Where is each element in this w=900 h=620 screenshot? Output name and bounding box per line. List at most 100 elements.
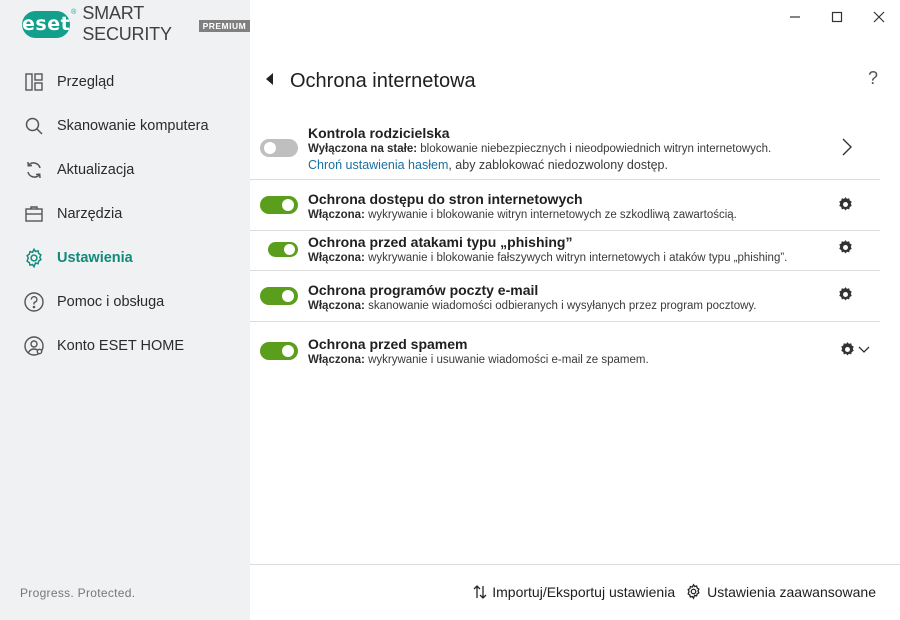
product-name: SMART SECURITY [82,3,172,44]
sidebar-item-label: Przegląd [57,74,115,90]
import-export-button[interactable]: Importuj/Eksportuj ustawienia [473,584,675,600]
password-hint-text: , aby zablokować niedozwolony dostęp. [448,158,668,172]
module-status: Włączona: [308,252,365,264]
antispam-settings-button[interactable] [839,341,870,358]
sidebar-item-skanowanie[interactable]: Skanowanie komputera [0,104,250,148]
edition-badge: PREMIUM [198,19,251,32]
gear-icon [685,583,702,600]
eset-logo-badge: eset [22,10,71,38]
sidebar-item-label: Aktualizacja [57,162,135,178]
back-arrow-icon [266,73,273,85]
module-title: Ochrona dostępu do stron internetowych [308,191,583,207]
toggle-knob [284,244,295,255]
sidebar-item-narzedzia[interactable]: Narzędzia [0,192,250,236]
anti-phishing-settings-button[interactable] [837,239,854,256]
minimize-icon [790,16,800,18]
footer-actions: Importuj/Eksportuj ustawienia Ustawienia… [473,583,876,600]
gear-icon [839,287,852,301]
sidebar-item-ustawienia[interactable]: Ustawienia [0,236,250,280]
sidebar-item-przeglad[interactable]: Przegląd [0,60,250,104]
module-text: Ochrona przed atakami typu „phishing” Wł… [308,234,800,264]
module-password-hint: Chroń ustawienia hasłem, aby zablokować … [308,158,800,172]
window-controls [774,0,900,34]
footer-divider [250,564,900,565]
help-icon [22,290,46,314]
module-text: Kontrola rodzicielska Wyłączona na stałe… [308,125,800,172]
open-module-button[interactable] [842,138,852,156]
import-export-label: Importuj/Eksportuj ustawienia [492,583,676,600]
module-text: Ochrona przed spamem Włączona: wykrywani… [308,336,800,366]
module-title: Ochrona programów poczty e-mail [308,282,539,298]
advanced-settings-label: Ustawienia zaawansowane [707,583,876,600]
module-text: Ochrona programów poczty e-mail Włączona… [308,282,800,312]
gear-icon [22,246,46,270]
gear-icon [839,197,852,211]
module-status: Wyłączona na stałe: [308,143,418,155]
maximize-button[interactable] [816,0,858,34]
module-status: Włączona: [308,300,365,312]
sidebar-item-label: Konto ESET HOME [57,338,185,354]
help-button[interactable]: ? [868,68,878,89]
email-client-settings-button[interactable] [837,286,854,303]
module-description: Włączona: wykrywanie i blokowanie fałszy… [308,252,800,264]
eset-logo: eset ® SMART SECURITY PREMIUM [22,3,251,44]
page-title: Ochrona internetowa [290,70,476,92]
tagline: Progress. Protected. [20,586,136,600]
module-row-web-access: Ochrona dostępu do stron internetowych W… [250,180,880,231]
back-button[interactable] [262,71,276,87]
briefcase-icon [22,202,46,226]
module-description-text: skanowanie wiadomości odbieranych i wysy… [368,300,757,312]
account-icon [22,334,46,358]
toggle-knob [282,199,294,211]
sidebar: eset ® SMART SECURITY PREMIUM Przegląd S… [0,0,251,620]
registered-mark: ® [71,9,77,16]
toggle-knob [264,142,276,154]
sidebar-item-label: Ustawienia [57,250,133,266]
module-description: Włączona: wykrywanie i usuwanie wiadomoś… [308,354,800,366]
sidebar-item-label: Skanowanie komputera [57,118,209,134]
import-export-icon [473,584,487,600]
advanced-settings-button[interactable]: Ustawienia zaawansowane [685,583,876,600]
toggle-knob [282,345,294,357]
gear-icon [839,240,852,254]
module-description-text: wykrywanie i blokowanie fałszywych witry… [368,252,788,264]
close-button[interactable] [858,0,900,34]
minimize-button[interactable] [774,0,816,34]
module-description: Wyłączona na stałe: blokowanie niebezpie… [308,143,800,155]
protection-module-list: Kontrola rodzicielska Wyłączona na stałe… [250,118,880,374]
email-client-toggle[interactable] [260,287,298,305]
chevron-right-icon [842,138,852,156]
close-icon [873,11,885,23]
sidebar-item-konto[interactable]: Konto ESET HOME [0,324,250,368]
web-access-settings-button[interactable] [837,196,854,213]
sidebar-item-aktualizacja[interactable]: Aktualizacja [0,148,250,192]
module-description-text: wykrywanie i blokowanie witryn interneto… [368,209,737,221]
module-status: Włączona: [308,209,365,221]
module-row-parental-control: Kontrola rodzicielska Wyłączona na stałe… [250,118,880,180]
gear-icon [841,342,854,356]
module-description: Włączona: skanowanie wiadomości odbieran… [308,300,800,312]
chevron-down-icon [858,346,870,353]
antispam-toggle[interactable] [260,342,298,360]
sidebar-item-pomoc[interactable]: Pomoc i obsługa [0,280,250,324]
module-row-anti-phishing: Ochrona przed atakami typu „phishing” Wł… [250,231,880,271]
module-title: Ochrona przed atakami typu „phishing” [308,234,573,250]
anti-phishing-toggle[interactable] [268,242,298,257]
password-protect-link[interactable]: Chroń ustawienia hasłem [308,158,448,172]
refresh-icon [22,158,46,182]
parental-control-toggle[interactable] [260,139,298,157]
toggle-knob [282,290,294,302]
module-text: Ochrona dostępu do stron internetowych W… [308,191,800,221]
search-icon [22,114,46,138]
sidebar-item-label: Narzędzia [57,206,123,222]
web-access-toggle[interactable] [260,196,298,214]
module-description-text: blokowanie niebezpiecznych i nieodpowied… [420,143,772,155]
module-status: Włączona: [308,354,365,366]
dashboard-icon [22,70,46,94]
module-title: Kontrola rodzicielska [308,125,450,141]
module-description-text: wykrywanie i usuwanie wiadomości e-mail … [368,354,649,366]
sidebar-item-label: Pomoc i obsługa [57,294,165,310]
module-row-email-client: Ochrona programów poczty e-mail Włączona… [250,271,880,322]
module-row-antispam: Ochrona przed spamem Włączona: wykrywani… [250,322,880,374]
module-description: Włączona: wykrywanie i blokowanie witryn… [308,209,800,221]
